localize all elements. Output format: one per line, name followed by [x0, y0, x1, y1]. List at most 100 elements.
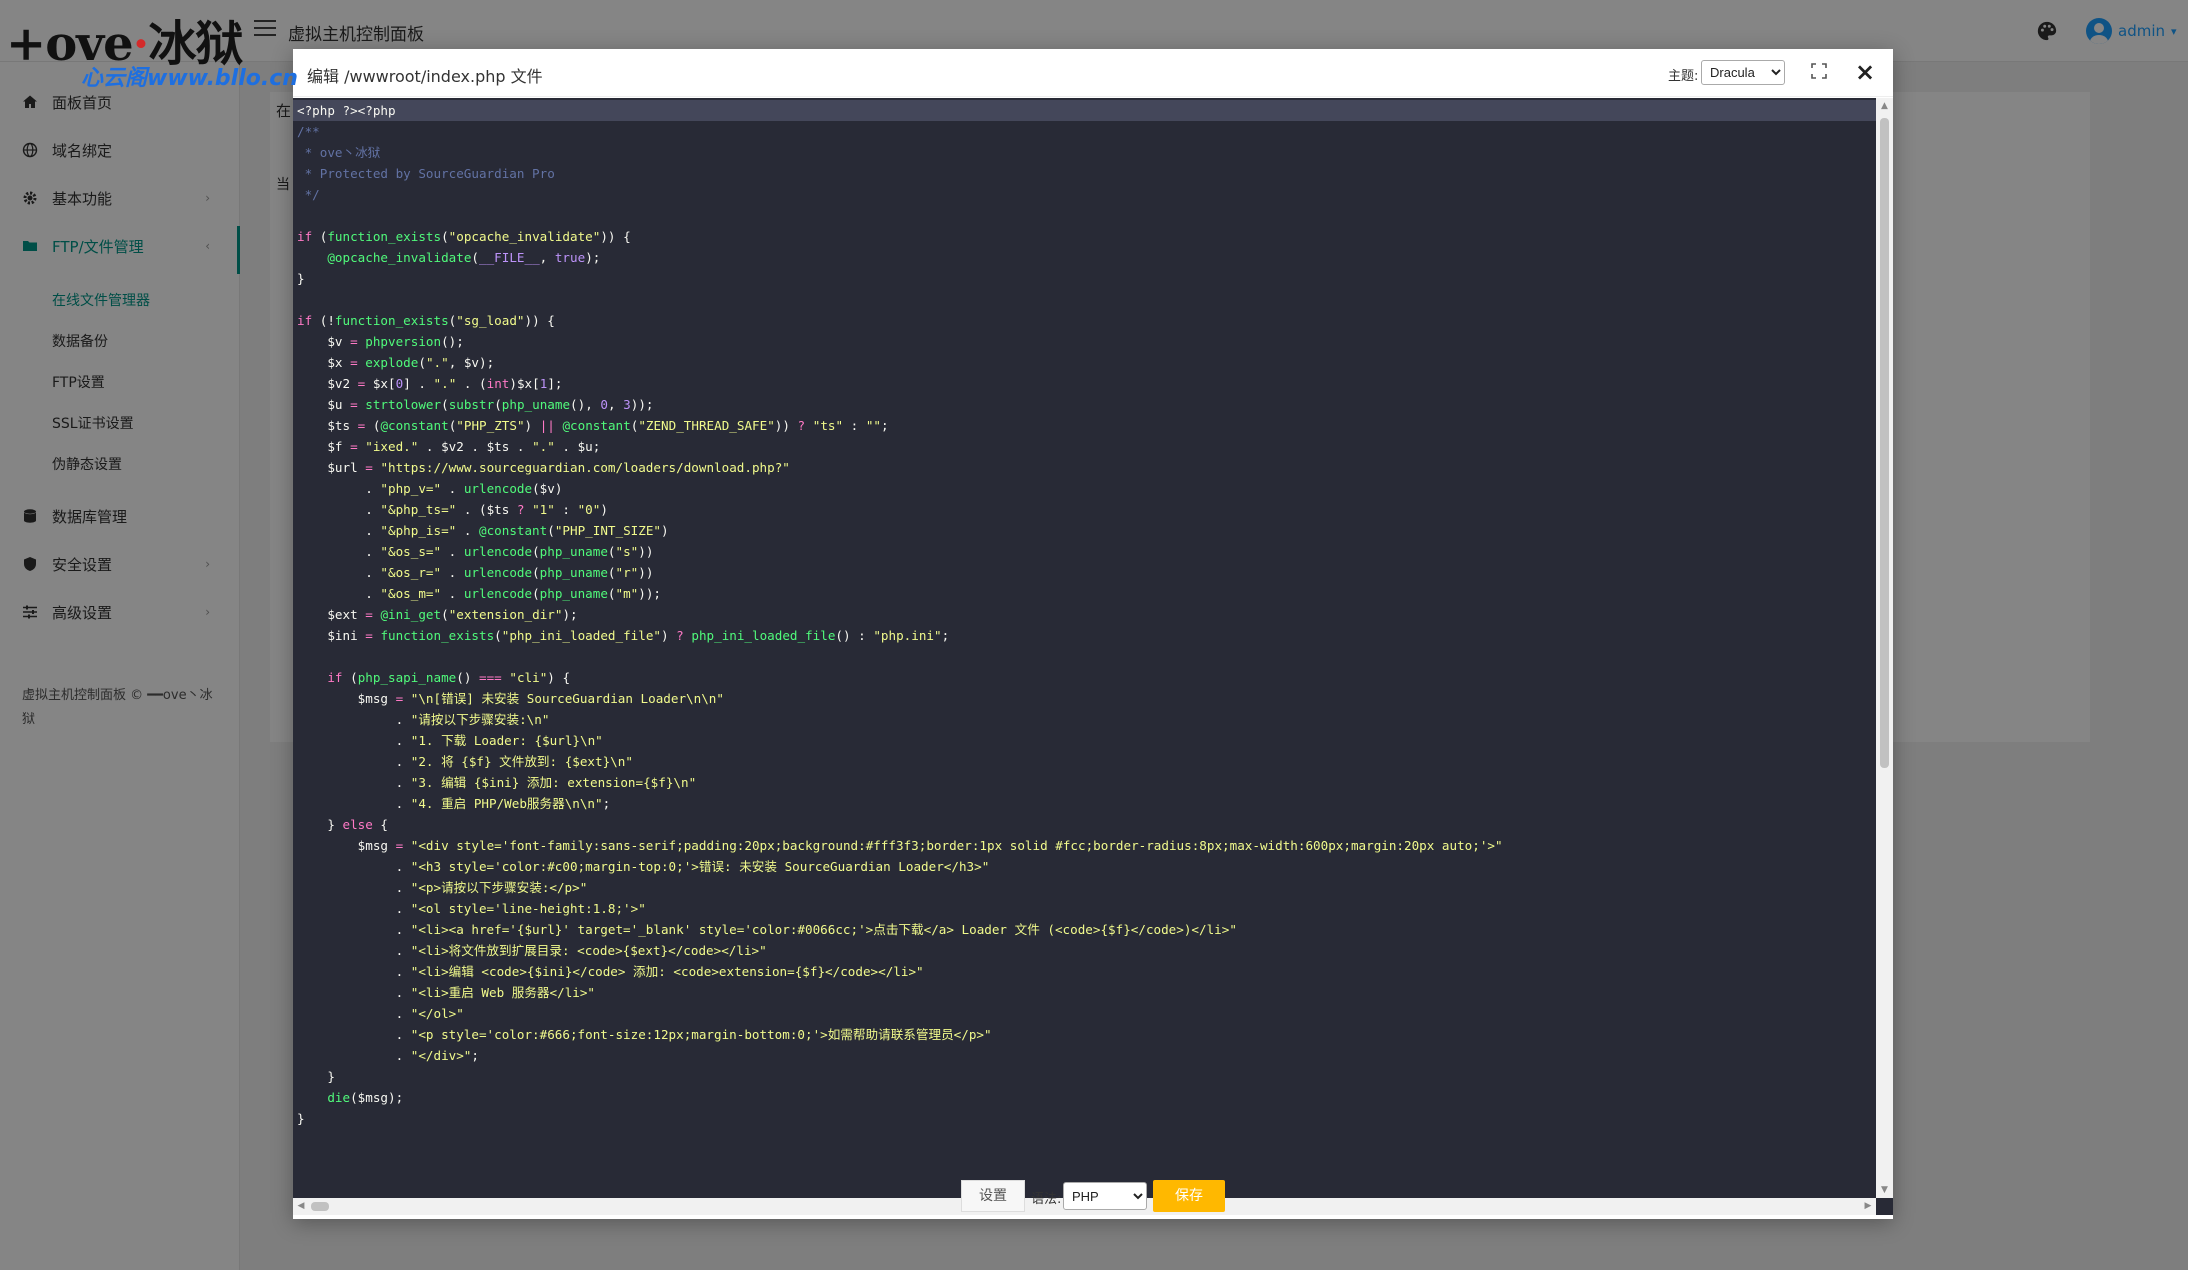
code-token: php_uname [539, 586, 608, 601]
code-line[interactable]: $v = phpversion(); [297, 331, 1876, 352]
code-line[interactable]: . "<li><a href='{$url}' target='_blank' … [297, 919, 1876, 940]
vertical-scrollbar[interactable]: ▲ ▼ [1876, 98, 1893, 1198]
code-token: ( [494, 397, 502, 412]
scroll-thumb[interactable] [311, 1202, 329, 1211]
code-token: "sg_load" [456, 313, 525, 328]
theme-select[interactable]: Dracula [1701, 60, 1785, 85]
code-line[interactable]: die($msg); [297, 1087, 1876, 1108]
settings-button[interactable]: 设置 [961, 1180, 1025, 1212]
code-line[interactable]: $ts = (@constant("PHP_ZTS") || @constant… [297, 415, 1876, 436]
code-line[interactable]: . "<p style='color:#666;font-size:12px;m… [297, 1024, 1876, 1045]
logo-watermark: 心云阁www.bllo.cn [81, 66, 298, 91]
code-token: $msg [297, 691, 396, 706]
code-line[interactable] [297, 646, 1876, 667]
scroll-left-icon[interactable]: ◀ [293, 1198, 309, 1215]
code-token: * Protected by SourceGuardian Pro [297, 166, 555, 181]
code-token: ($v) [532, 481, 563, 496]
code-token: )$x[ [509, 376, 540, 391]
code-line[interactable]: . "3. 编辑 {$ini} 添加: extension={$f}\n" [297, 772, 1876, 793]
code-token: /** [297, 124, 320, 139]
code-line[interactable]: . "请按以下步骤安装:\n" [297, 709, 1876, 730]
fullscreen-icon[interactable] [1811, 63, 1827, 79]
code-line[interactable]: * Protected by SourceGuardian Pro [297, 163, 1876, 184]
code-line[interactable]: . "2. 将 {$f} 文件放到: {$ext}\n" [297, 751, 1876, 772]
syntax-select[interactable]: PHP [1063, 1182, 1147, 1210]
code-line[interactable] [297, 289, 1876, 310]
code-line[interactable]: } else { [297, 814, 1876, 835]
code-token: "0" [577, 502, 601, 517]
code-token: ( [418, 355, 426, 370]
dialog-header: 编辑 /wwwroot/index.php 文件 主题: Dracula × [293, 49, 1893, 97]
code-line[interactable]: */ [297, 184, 1876, 205]
code-token: if [327, 670, 343, 685]
code-token: "3. 编辑 {$ini} 添加: extension={$f}\n" [410, 775, 697, 790]
code-token: "r" [615, 565, 639, 580]
code-line[interactable]: . "&os_m=" . urlencode(php_uname("m")); [297, 583, 1876, 604]
code-token: , [539, 250, 555, 265]
code-line[interactable]: $f = "ixed." . $v2 . $ts . "." . $u; [297, 436, 1876, 457]
code-line[interactable]: . "<p>请按以下步骤安装:</p>" [297, 877, 1876, 898]
code-token: "s" [615, 544, 639, 559]
code-area[interactable]: <?php ?><?php /** * ove丶冰狱 * Protected by… [293, 98, 1876, 1198]
code-token: 0 [600, 397, 608, 412]
code-line[interactable] [297, 205, 1876, 226]
code-line[interactable]: $x = explode(".", $v); [297, 352, 1876, 373]
code-token: urlencode [463, 544, 533, 559]
code-line[interactable]: . "<li>将文件放到扩展目录: <code>{$ext}</code></l… [297, 940, 1876, 961]
code-line[interactable]: $v2 = $x[0] . "." . (int)$x[1]; [297, 373, 1876, 394]
code-line[interactable]: } [297, 1108, 1876, 1129]
scroll-right-icon[interactable]: ▶ [1860, 1198, 1876, 1215]
code-line[interactable]: . "<h3 style='color:#c00;margin-top:0;'>… [297, 856, 1876, 877]
code-token: = [365, 460, 373, 475]
code-token: . [297, 943, 411, 958]
code-token: "&os_s=" [380, 544, 442, 559]
code-line[interactable]: . "1. 下载 Loader: {$url}\n" [297, 730, 1876, 751]
code-line[interactable]: . "&php_is=" . @constant("PHP_INT_SIZE") [297, 520, 1876, 541]
dialog-title: 编辑 /wwwroot/index.php 文件 [307, 67, 543, 86]
code-line[interactable]: . "</div>"; [297, 1045, 1876, 1066]
code-token: . [297, 754, 411, 769]
scroll-down-icon[interactable]: ▼ [1876, 1182, 1893, 1198]
code-line[interactable]: . "php_v=" . urlencode($v) [297, 478, 1876, 499]
code-line[interactable]: <?php ?><?php [293, 100, 1876, 121]
code-token: "2. 将 {$f} 文件放到: {$ext}\n" [410, 754, 633, 769]
code-line[interactable]: $ext = @ini_get("extension_dir"); [297, 604, 1876, 625]
scroll-up-icon[interactable]: ▲ [1876, 98, 1893, 114]
code-line[interactable]: $msg = "\n[错误] 未安装 SourceGuardian Loader… [297, 688, 1876, 709]
code-line[interactable]: . "&php_ts=" . ($ts ? "1" : "0") [297, 499, 1876, 520]
code-line[interactable]: } [297, 268, 1876, 289]
code-token: . [297, 1048, 411, 1063]
code-editor[interactable]: <?php ?><?php /** * ove丶冰狱 * Protected by… [293, 98, 1893, 1215]
code-line[interactable]: * ove丶冰狱 [297, 142, 1876, 163]
code-line[interactable]: if (php_sapi_name() === "cli") { [297, 667, 1876, 688]
save-button[interactable]: 保存 [1153, 1180, 1225, 1212]
code-line[interactable]: $msg = "<div style='font-family:sans-ser… [297, 835, 1876, 856]
code-line[interactable]: . "<li>编辑 <code>{$ini}</code> 添加: <code>… [297, 961, 1876, 982]
code-line[interactable]: . "&os_r=" . urlencode(php_uname("r")) [297, 562, 1876, 583]
code-token: . [297, 523, 381, 538]
code-token: "https://www.sourceguardian.com/loaders/… [380, 460, 790, 475]
code-token: . [456, 523, 479, 538]
code-line[interactable]: . "&os_s=" . urlencode(php_uname("s")) [297, 541, 1876, 562]
code-token: )) { [600, 229, 631, 244]
code-line[interactable]: . "</ol>" [297, 1003, 1876, 1024]
close-icon[interactable]: × [1854, 60, 1876, 84]
code-line[interactable]: $url = "https://www.sourceguardian.com/l… [297, 457, 1876, 478]
code-token: * ove丶冰狱 [297, 145, 381, 160]
code-token: = [350, 355, 358, 370]
code-line[interactable]: . "4. 重启 PHP/Web服务器\n\n"; [297, 793, 1876, 814]
code-token: } [297, 1069, 335, 1084]
code-line[interactable]: $ini = function_exists("php_ini_loaded_f… [297, 625, 1876, 646]
code-line[interactable]: if (function_exists("opcache_invalidate"… [297, 226, 1876, 247]
code-line[interactable]: } [297, 1066, 1876, 1087]
scroll-thumb[interactable] [1880, 118, 1889, 768]
code-line[interactable]: $u = strtolower(substr(php_uname(), 0, 3… [297, 394, 1876, 415]
code-token: ( [607, 544, 616, 559]
code-token: php_ini_loaded_file [691, 628, 836, 643]
code-line[interactable]: if (!function_exists("sg_load")) { [297, 310, 1876, 331]
code-line[interactable]: . "<ol style='line-height:1.8;'>" [297, 898, 1876, 919]
code-line[interactable]: . "<li>重启 Web 服务器</li>" [297, 982, 1876, 1003]
code-line[interactable]: /** [297, 121, 1876, 142]
code-token: , [607, 397, 624, 412]
code-line[interactable]: @opcache_invalidate(__FILE__, true); [297, 247, 1876, 268]
